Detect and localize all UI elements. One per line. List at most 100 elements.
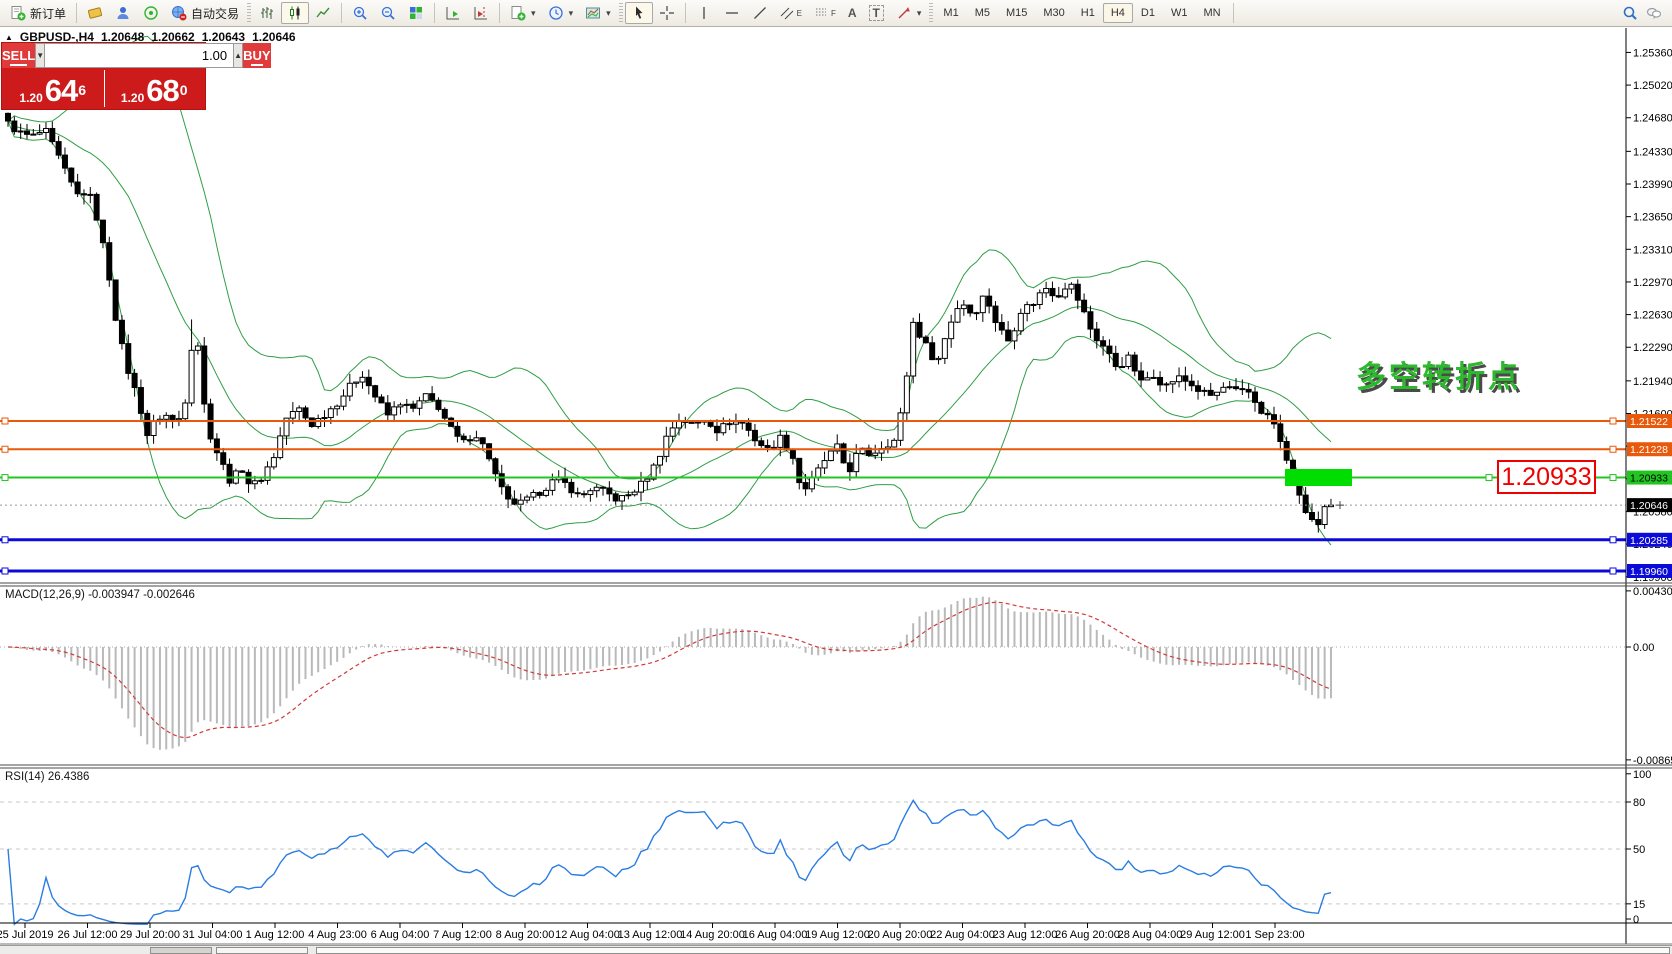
candle-body xyxy=(379,397,384,403)
level-line-handle[interactable] xyxy=(1610,446,1616,452)
time-axis-label[interactable]: 23 Aug 12:00 xyxy=(993,929,1058,941)
time-axis-label[interactable]: 29 Jul 20:00 xyxy=(120,929,180,941)
sell-price[interactable]: 1.20 64 6 xyxy=(2,68,104,109)
macd-axis-label: 0.004301 xyxy=(1633,586,1672,598)
buy-button[interactable]: BUY xyxy=(243,43,270,68)
time-axis-label[interactable]: 1 Aug 12:00 xyxy=(246,929,305,941)
candle-body xyxy=(1164,384,1169,385)
candle-body xyxy=(100,220,105,243)
candle-body xyxy=(733,422,738,424)
candle-body xyxy=(746,423,751,430)
candle-body xyxy=(43,128,48,132)
rsi-axis-label: 15 xyxy=(1633,899,1645,911)
level-line-handle[interactable] xyxy=(1610,418,1616,424)
candle-body xyxy=(1056,296,1061,297)
collapse-arrow-icon[interactable]: ▲ xyxy=(5,33,13,42)
candle-body xyxy=(493,459,498,474)
candle-body xyxy=(1278,424,1283,442)
candle-body xyxy=(892,440,897,447)
candle-body xyxy=(873,453,878,455)
time-axis-label[interactable]: 14 Aug 20:00 xyxy=(680,929,745,941)
candle-body xyxy=(404,404,409,405)
time-axis-label[interactable]: 4 Aug 23:00 xyxy=(308,929,367,941)
level-line-handle[interactable] xyxy=(1610,475,1616,481)
candle-body xyxy=(398,405,403,407)
candle-body xyxy=(955,309,960,323)
high-value: 1.20662 xyxy=(151,30,194,44)
level-line-handle[interactable] xyxy=(1610,568,1616,574)
chart-canvas[interactable]: 1.253601.250201.246801.243301.239901.236… xyxy=(0,0,1672,953)
time-axis-label[interactable]: 26 Jul 12:00 xyxy=(58,929,118,941)
time-axis-label[interactable]: 22 Aug 04:00 xyxy=(930,929,995,941)
candle-body xyxy=(1227,387,1232,388)
candle-body xyxy=(88,194,93,195)
level-price-label-text: 1.19960 xyxy=(1630,566,1668,578)
candle-body xyxy=(1075,284,1080,300)
time-axis-label[interactable]: 6 Aug 04:00 xyxy=(371,929,430,941)
sell-price-whole: 1.20 xyxy=(19,91,42,105)
candle-body xyxy=(1208,390,1213,395)
volume-input[interactable] xyxy=(45,43,233,68)
candle-body xyxy=(923,337,928,343)
highlight-rectangle[interactable] xyxy=(1285,469,1352,486)
level-line-handle[interactable] xyxy=(2,418,8,424)
macd-indicator-label: MACD(12,26,9) -0.003947 -0.002646 xyxy=(5,589,195,601)
candle-body xyxy=(1196,386,1201,392)
candle-body xyxy=(949,322,954,339)
candle-body xyxy=(278,436,283,458)
time-axis-label[interactable]: 7 Aug 12:00 xyxy=(433,929,492,941)
candle-body xyxy=(423,394,428,401)
callout-anchor-handle[interactable] xyxy=(1486,475,1492,481)
candle-body xyxy=(75,182,80,194)
price-axis-tick-label: 1.25360 xyxy=(1633,47,1672,59)
candle-body xyxy=(721,424,726,433)
candle-body xyxy=(1006,330,1011,341)
candle-body xyxy=(974,313,979,314)
level-line-handle[interactable] xyxy=(1610,537,1616,543)
time-axis-label[interactable]: 1 Sep 23:00 xyxy=(1245,929,1304,941)
candle-body xyxy=(417,401,422,408)
candle-body xyxy=(480,438,485,444)
candle-body xyxy=(936,358,941,359)
time-axis-label[interactable]: 12 Aug 04:00 xyxy=(555,929,620,941)
candle-body xyxy=(227,464,232,483)
candle-body xyxy=(784,435,789,450)
candle-body xyxy=(309,418,314,427)
candle-body xyxy=(37,133,42,135)
time-axis-label[interactable]: 31 Jul 04:00 xyxy=(183,929,243,941)
candle-body xyxy=(392,407,397,415)
volume-decrease-button[interactable]: ▼ xyxy=(35,43,45,68)
price-callout-label[interactable]: 1.20933 xyxy=(1497,460,1596,494)
time-axis-label[interactable]: 29 Aug 12:00 xyxy=(1180,929,1245,941)
candle-body xyxy=(1170,382,1175,384)
candle-body xyxy=(195,346,200,350)
time-axis-label[interactable]: 8 Aug 20:00 xyxy=(496,929,555,941)
level-line-handle[interactable] xyxy=(2,568,8,574)
candle-body xyxy=(531,492,536,497)
candle-body xyxy=(607,488,612,494)
candle-body xyxy=(183,403,188,419)
time-axis-label[interactable]: 28 Aug 04:00 xyxy=(1118,929,1183,941)
level-line-handle[interactable] xyxy=(2,537,8,543)
time-axis-label[interactable]: 16 Aug 04:00 xyxy=(743,929,808,941)
level-line-handle[interactable] xyxy=(2,475,8,481)
candle-body xyxy=(1050,288,1055,295)
time-axis-label[interactable]: 19 Aug 12:00 xyxy=(805,929,870,941)
chart-annotation-text[interactable]: 多空转折点 xyxy=(1356,352,1521,396)
time-axis-label[interactable]: 25 Jul 2019 xyxy=(0,929,53,941)
buy-price[interactable]: 1.20 68 0 xyxy=(104,68,206,109)
level-line-handle[interactable] xyxy=(2,446,8,452)
sell-button[interactable]: SELL xyxy=(2,43,35,68)
time-axis-label[interactable]: 13 Aug 12:00 xyxy=(618,929,683,941)
rsi-axis-label: 80 xyxy=(1633,797,1645,809)
candle-body xyxy=(670,428,675,436)
candle-body xyxy=(1322,507,1327,525)
candle-body xyxy=(385,403,390,415)
time-axis-label[interactable]: 20 Aug 20:00 xyxy=(868,929,933,941)
candle-body xyxy=(961,305,966,309)
candle-body xyxy=(645,479,650,481)
candle-body xyxy=(303,408,308,418)
time-axis-label[interactable]: 26 Aug 20:00 xyxy=(1055,929,1120,941)
volume-increase-button[interactable]: ▲ xyxy=(233,43,243,68)
macd-axis-label: 0.00 xyxy=(1633,642,1654,654)
